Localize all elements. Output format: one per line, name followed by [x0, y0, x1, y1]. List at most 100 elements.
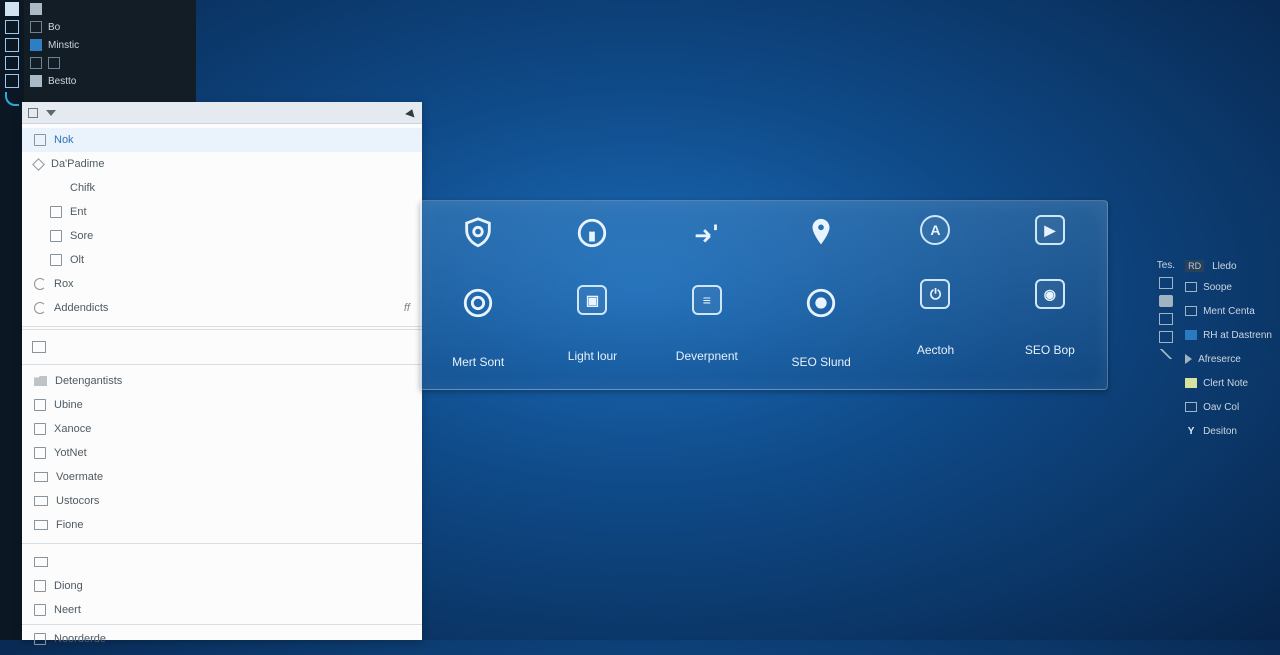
- gadget-item-label: RH at Dastrenn: [1203, 330, 1272, 341]
- gadget-item[interactable]: RH at Dastrenn: [1185, 326, 1272, 344]
- menu-item[interactable]: Neert: [22, 598, 422, 622]
- tray-tile[interactable]: Mert Sont: [421, 201, 535, 389]
- gadget-item-label: Ment Centa: [1203, 306, 1255, 317]
- arrow-icon: [689, 215, 725, 251]
- gadget-list: RD Lledo Soope Ment Centa RH at Dastrenn…: [1185, 260, 1272, 440]
- card-icon: [34, 472, 48, 482]
- camera-icon[interactable]: [1159, 295, 1173, 307]
- menu-item[interactable]: Da'Padime: [22, 152, 422, 176]
- tray-tile[interactable]: ▶ ◉ SEO Bop: [993, 201, 1107, 389]
- play-icon: [1185, 330, 1197, 340]
- app-icon: [34, 447, 46, 459]
- taskbar-item-label: Bestto: [48, 76, 76, 87]
- tray-tile[interactable]: ▣ Light lour: [535, 201, 649, 389]
- menu-item[interactable]: [22, 550, 422, 574]
- gadget-badge: RD: [1185, 260, 1204, 272]
- menu-item-label: Nok: [54, 134, 74, 146]
- taskbar-item-label: Bo: [48, 22, 60, 33]
- left-rail: [0, 0, 24, 640]
- letter-icon: Y: [1185, 426, 1197, 436]
- app-icon: [34, 134, 46, 146]
- app-icon: [34, 580, 46, 592]
- gadget-icon-column: Tes.: [1157, 260, 1175, 440]
- menu-item-shortcut: ff: [404, 302, 410, 314]
- menu-item[interactable]: Addendicts ff: [22, 296, 422, 320]
- menu-item[interactable]: Detengantists: [22, 369, 422, 393]
- menu-item[interactable]: Rox: [22, 272, 422, 296]
- menu-item[interactable]: Ustocors: [22, 489, 422, 513]
- tile-caption: Mert Sont: [452, 355, 504, 369]
- dropdown-icon[interactable]: [46, 110, 56, 116]
- app-icon: [34, 604, 46, 616]
- rail-icon[interactable]: [5, 38, 19, 52]
- rail-icon[interactable]: [5, 74, 19, 88]
- rail-icon[interactable]: [5, 56, 19, 70]
- badge-icon: A: [920, 215, 950, 245]
- window-icon[interactable]: [1159, 277, 1173, 289]
- gadget-item[interactable]: Soope: [1185, 278, 1272, 296]
- diamond-icon: [32, 158, 45, 171]
- gadget-item[interactable]: Afreserce: [1185, 350, 1272, 368]
- app-icon: [34, 399, 46, 411]
- card-icon: [34, 496, 48, 506]
- rail-logo-icon: [5, 92, 19, 106]
- shield-icon: [460, 215, 496, 251]
- document-icon: ≡: [692, 285, 722, 315]
- window-icon[interactable]: [1159, 313, 1173, 325]
- menu-section-bottom: Diong Neert Noorderde: [22, 546, 422, 655]
- tray-tile[interactable]: ≡ Deverpnent: [650, 201, 764, 389]
- menu-item[interactable]: Fione: [22, 513, 422, 537]
- search-icon: [32, 341, 46, 353]
- checkbox-icon: [50, 230, 62, 242]
- taskbar-item[interactable]: Bestto: [24, 72, 196, 90]
- tray-tile[interactable]: SEO Slund: [764, 201, 878, 389]
- taskbar-item-label: Minstic: [48, 40, 79, 51]
- menu-item[interactable]: Diong: [22, 574, 422, 598]
- menu-toolbar: [22, 102, 422, 124]
- info-circle-icon: [574, 215, 610, 251]
- menu-item[interactable]: Ubine: [22, 393, 422, 417]
- item-icon: [1185, 282, 1197, 292]
- menu-item[interactable]: Noorderde: [22, 627, 422, 651]
- spacer-icon: [50, 182, 62, 194]
- tile-caption: Aectoh: [917, 343, 954, 357]
- toolbar-icon[interactable]: [28, 108, 38, 118]
- menu-item[interactable]: Xanoce: [22, 417, 422, 441]
- menu-item-label: Da'Padime: [51, 158, 104, 170]
- menu-item[interactable]: Ent: [22, 200, 422, 224]
- menu-item[interactable]: Olt: [22, 248, 422, 272]
- taskbar-item[interactable]: [24, 54, 196, 72]
- menu-item[interactable]: YotNet: [22, 441, 422, 465]
- gadget-item[interactable]: Oav Col: [1185, 398, 1272, 416]
- menu-search[interactable]: [22, 329, 422, 365]
- rail-icon[interactable]: [5, 20, 19, 34]
- tile-caption: Deverpnent: [676, 349, 738, 363]
- menu-item[interactable]: Voermate: [22, 465, 422, 489]
- menu-item-label: Sore: [70, 230, 93, 242]
- menu-item-label: Fione: [56, 519, 84, 531]
- menu-divider: [22, 326, 422, 327]
- gadget-item-label: Desiton: [1203, 426, 1237, 437]
- menu-item[interactable]: Chifk: [22, 176, 422, 200]
- menu-item-label: Ent: [70, 206, 87, 218]
- menu-divider: [22, 624, 422, 625]
- menu-item-label: Ubine: [54, 399, 83, 411]
- taskbar-item[interactable]: [24, 0, 196, 18]
- checkbox-icon: [50, 206, 62, 218]
- window-icon[interactable]: [1159, 331, 1173, 343]
- tray-tile[interactable]: A ⏻ Aectoh: [878, 201, 992, 389]
- app-icon: [30, 3, 42, 15]
- rail-icon[interactable]: [5, 2, 19, 16]
- gadget-panel: Tes. RD Lledo Soope Ment Centa RH at Das…: [1157, 260, 1272, 440]
- gadget-item[interactable]: Ment Centa: [1185, 302, 1272, 320]
- app-icon: [30, 57, 42, 69]
- menu-item-nok[interactable]: Nok: [22, 128, 422, 152]
- app-icon: [30, 39, 42, 51]
- app-icon: [30, 21, 42, 33]
- taskbar-item[interactable]: Bo: [24, 18, 196, 36]
- graph-icon[interactable]: [1159, 349, 1173, 359]
- gadget-item[interactable]: Y Desiton: [1185, 422, 1272, 440]
- gadget-item[interactable]: Clert Note: [1185, 374, 1272, 392]
- menu-item[interactable]: Sore: [22, 224, 422, 248]
- taskbar-item[interactable]: Minstic: [24, 36, 196, 54]
